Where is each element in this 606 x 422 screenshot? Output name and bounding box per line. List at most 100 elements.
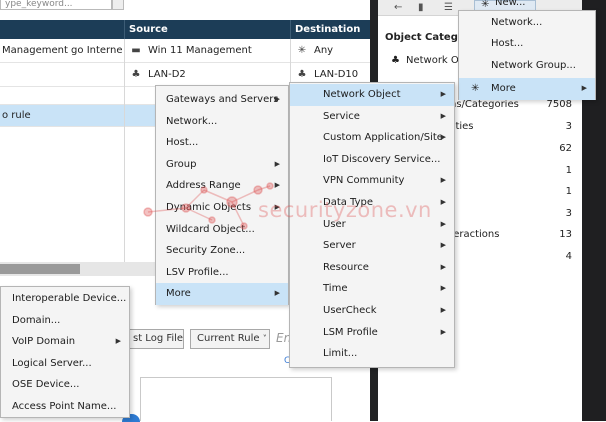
menu-item-label: Resource	[323, 261, 369, 273]
menu-item-network-group[interactable]: Network Group...	[459, 55, 595, 77]
document-icon[interactable]: ▮	[418, 2, 424, 13]
menu-item-gateways-and-servers[interactable]: Gateways and Servers ▶	[156, 89, 288, 111]
menu-item-custom-application-site[interactable]: Custom Application/Site ▶	[290, 127, 454, 149]
menu-item-label: More	[491, 83, 516, 94]
menu-item-logical-server[interactable]: Logical Server...	[1, 353, 129, 375]
menu-item-label: Custom Application/Site	[323, 132, 443, 144]
chevron-right-icon: ▶	[274, 159, 280, 168]
menu-item-host[interactable]: Host...	[459, 33, 595, 55]
menu-item-label: Time	[323, 283, 348, 295]
details-panel	[140, 377, 332, 421]
menu-item-security-zone[interactable]: Security Zone...	[156, 240, 288, 262]
chevron-right-icon: ▶	[274, 95, 280, 103]
menu-item-limit[interactable]: Limit...	[290, 343, 454, 365]
rule-destination-label: LAN-D10	[314, 69, 359, 80]
category-row[interactable]: ts3	[440, 203, 580, 225]
menu-item-label: Service	[323, 110, 360, 122]
menu-item-group[interactable]: Group ▶	[156, 154, 288, 176]
rule-destination-label: Any	[314, 45, 334, 56]
menu-item-domain[interactable]: Domain...	[1, 310, 129, 332]
menu-item-time[interactable]: Time ▶	[290, 278, 454, 300]
rule-source[interactable]: ♣ LAN-D2	[130, 63, 288, 87]
category-row[interactable]: unities 3	[440, 116, 580, 138]
menu-item-lsv-profile[interactable]: LSV Profile...	[156, 262, 288, 284]
rule-name: Management go Internet	[2, 45, 122, 56]
scrollbar-thumb[interactable]	[0, 264, 80, 274]
menu-item-label: More	[166, 288, 191, 300]
category-count: 1	[565, 186, 572, 197]
network-icon: ♣	[391, 55, 400, 66]
menu-item-label: Logical Server...	[12, 357, 92, 369]
computer-icon: ▬	[131, 45, 141, 56]
menu-item-resource[interactable]: Resource ▶	[290, 257, 454, 279]
menu-item-usercheck[interactable]: UserCheck ▶	[290, 300, 454, 322]
asterisk-icon: ✳	[471, 83, 480, 94]
menu-item-label: Gateways and Servers	[166, 94, 279, 105]
category-count: 3	[565, 121, 572, 132]
rule-destination[interactable]: ✳ Any	[296, 39, 368, 63]
menu-item-more[interactable]: ✳ More ▶	[459, 78, 595, 100]
menu-item-voip-domain[interactable]: VoIP Domain ▶	[1, 331, 129, 353]
category-count: 4	[565, 251, 572, 262]
tree-item-label: Network O	[405, 55, 459, 66]
rule-name	[2, 63, 122, 87]
more-submenu: Interoperable Device... Domain... VoIP D…	[0, 286, 130, 418]
menu-item-label: VPN Community	[323, 175, 405, 187]
category-count: 1	[565, 165, 572, 176]
category-row[interactable]: 1	[440, 160, 580, 182]
search-scroll-icon[interactable]	[112, 0, 124, 10]
category-count: 62	[559, 143, 572, 154]
menu-item-network[interactable]: Network...	[156, 111, 288, 133]
menu-item-label: Network Group...	[491, 60, 576, 71]
latest-log-file-button[interactable]: st Log File	[126, 329, 184, 349]
current-rule-button[interactable]: Current Rule ˅	[190, 329, 270, 349]
list-icon[interactable]: ☰	[444, 2, 453, 13]
menu-item-network-object[interactable]: Network Object ▶	[290, 84, 454, 106]
menu-item-iot-discovery-service[interactable]: IoT Discovery Service...	[290, 149, 454, 171]
chevron-down-icon: ˅	[262, 334, 267, 343]
menu-item-service[interactable]: Service ▶	[290, 106, 454, 128]
menu-item-label: IoT Discovery Service...	[323, 153, 441, 165]
table-row[interactable]: Management go Internet ▬ Win 11 Managemen…	[0, 39, 370, 63]
category-row[interactable]: 1	[440, 181, 580, 203]
chevron-right-icon: ▶	[440, 133, 446, 142]
menu-item-address-range[interactable]: Address Range ▶	[156, 175, 288, 197]
menu-item-more[interactable]: More ▶	[156, 283, 288, 305]
menu-item-ose-device[interactable]: OSE Device...	[1, 374, 129, 396]
menu-item-label: LSV Profile...	[166, 266, 229, 278]
menu-item-interoperable-device[interactable]: Interoperable Device...	[1, 288, 129, 310]
column-header-destination[interactable]: Destination	[290, 20, 370, 39]
menu-item-label: Wildcard Object...	[166, 223, 255, 235]
menu-item-label: Limit...	[323, 348, 358, 360]
menu-item-network[interactable]: Network...	[459, 12, 595, 34]
menu-item-lsm-profile[interactable]: LSM Profile ▶	[290, 322, 454, 344]
chevron-right-icon: ▶	[440, 327, 446, 336]
chevron-right-icon: ▶	[440, 262, 446, 271]
menu-item-label: Access Point Name...	[12, 401, 117, 412]
menu-item-vpn-community[interactable]: VPN Community ▶	[290, 170, 454, 192]
menu-item-label: LSM Profile	[323, 326, 378, 338]
category-count: 13	[559, 229, 572, 240]
current-rule-label: Current Rule	[197, 333, 260, 344]
chevron-right-icon: ▶	[440, 241, 446, 250]
category-row[interactable]: 62	[440, 138, 580, 160]
chevron-right-icon: ▶	[440, 284, 446, 293]
menu-item-access-point-name[interactable]: Access Point Name...	[1, 396, 129, 418]
new-object-menu: Network... Host... Network Group... ✳ Mo…	[458, 10, 596, 100]
menu-item-label: Network...	[491, 17, 543, 28]
menu-item-label: Host...	[491, 38, 524, 49]
more-object-menu: Gateways and Servers ▶ Network... Host...…	[155, 85, 289, 305]
back-arrow-icon[interactable]: ←	[394, 2, 402, 13]
column-header-name[interactable]	[0, 20, 124, 39]
category-row[interactable]: 4	[440, 246, 580, 268]
tree-item-network-objects[interactable]: ♣ Network O	[391, 55, 459, 66]
chevron-right-icon: ▶	[440, 111, 446, 120]
rule-name: o rule	[2, 110, 31, 121]
menu-item-host[interactable]: Host...	[156, 132, 288, 154]
category-row[interactable]: Interactions 13	[440, 224, 580, 246]
search-input[interactable]: ype_keyword...	[0, 0, 112, 10]
column-header-source[interactable]: Source	[124, 20, 290, 39]
rule-source[interactable]: ▬ Win 11 Management	[130, 39, 288, 63]
menu-item-label: Address Range	[166, 180, 241, 192]
menu-item-server[interactable]: Server ▶	[290, 235, 454, 257]
